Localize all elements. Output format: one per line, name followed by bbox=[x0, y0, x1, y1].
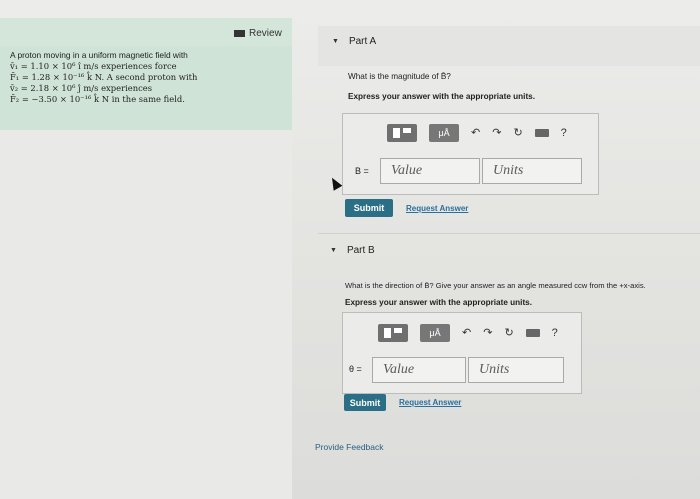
part-b-toggle[interactable]: ▼ Part B bbox=[330, 245, 375, 256]
part-b-title: Part B bbox=[346, 245, 375, 256]
part-b-question: What is the direction of B̄? Give your a… bbox=[345, 281, 646, 290]
part-a-question: What is the magnitude of B̄? bbox=[348, 72, 451, 81]
part-a-variable-label: B = bbox=[355, 166, 369, 176]
review-icon bbox=[234, 30, 245, 37]
redo-icon[interactable]: ↷ bbox=[492, 127, 501, 139]
caret-down-icon: ▼ bbox=[332, 38, 339, 45]
help-icon[interactable]: ? bbox=[561, 127, 567, 139]
provide-feedback-link[interactable]: Provide Feedback bbox=[315, 442, 384, 452]
problem-line-4: v̄₂ = 2.18 × 10⁶ ĵ m/s experiences bbox=[10, 83, 153, 93]
review-button[interactable]: Review bbox=[234, 28, 282, 39]
part-a-toolbar: μÅ ↶ ↷ ↻ ? bbox=[387, 124, 567, 142]
part-a-units-input[interactable]: Units bbox=[482, 158, 582, 184]
mouse-cursor-icon bbox=[327, 175, 343, 191]
part-b-submit-button[interactable]: Submit bbox=[344, 394, 386, 411]
templates-icon[interactable] bbox=[378, 324, 408, 342]
problem-line-1: A proton moving in a uniform magnetic fi… bbox=[10, 50, 188, 60]
part-b-request-answer-link[interactable]: Request Answer bbox=[399, 398, 461, 407]
caret-down-icon: ▼ bbox=[330, 247, 337, 254]
part-b-value-input[interactable]: Value bbox=[372, 357, 466, 383]
problem-statement: A proton moving in a uniform magnetic fi… bbox=[0, 46, 292, 130]
part-b-variable-label: θ = bbox=[349, 364, 362, 374]
part-a-request-answer-link[interactable]: Request Answer bbox=[406, 204, 468, 213]
redo-icon[interactable]: ↷ bbox=[483, 327, 492, 339]
keyboard-icon[interactable] bbox=[534, 129, 549, 137]
review-label: Review bbox=[249, 28, 282, 39]
part-a-instruction: Express your answer with the appropriate… bbox=[348, 92, 535, 101]
part-a-toggle[interactable]: ▼ Part A bbox=[332, 36, 376, 47]
reset-icon[interactable]: ↻ bbox=[504, 327, 513, 339]
reset-icon[interactable]: ↻ bbox=[513, 127, 522, 139]
part-b-toolbar: μÅ ↶ ↷ ↻ ? bbox=[378, 324, 558, 342]
units-symbol-button[interactable]: μÅ bbox=[429, 124, 459, 142]
part-a-value-input[interactable]: Value bbox=[380, 158, 480, 184]
problem-line-3: F̄₁ = 1.28 × 10⁻¹⁶ k̂ N. A second proton… bbox=[10, 72, 198, 82]
part-divider bbox=[318, 233, 700, 234]
part-b-instruction: Express your answer with the appropriate… bbox=[345, 298, 532, 307]
problem-line-2: v̄₁ = 1.10 × 10⁶ î m/s experiences force bbox=[10, 61, 177, 71]
help-icon[interactable]: ? bbox=[552, 327, 558, 339]
units-symbol-button[interactable]: μÅ bbox=[420, 324, 450, 342]
keyboard-icon[interactable] bbox=[525, 329, 540, 337]
undo-icon[interactable]: ↶ bbox=[471, 127, 480, 139]
templates-icon[interactable] bbox=[387, 124, 417, 142]
problem-line-5: F̄₂ = −3.50 × 10⁻¹⁶ k̂ N in the same fie… bbox=[10, 94, 185, 104]
part-a-submit-button[interactable]: Submit bbox=[345, 199, 393, 217]
undo-icon[interactable]: ↶ bbox=[462, 327, 471, 339]
part-a-title: Part A bbox=[348, 36, 377, 47]
screen: Review A proton moving in a uniform magn… bbox=[0, 0, 700, 499]
part-b-units-input[interactable]: Units bbox=[468, 357, 564, 383]
